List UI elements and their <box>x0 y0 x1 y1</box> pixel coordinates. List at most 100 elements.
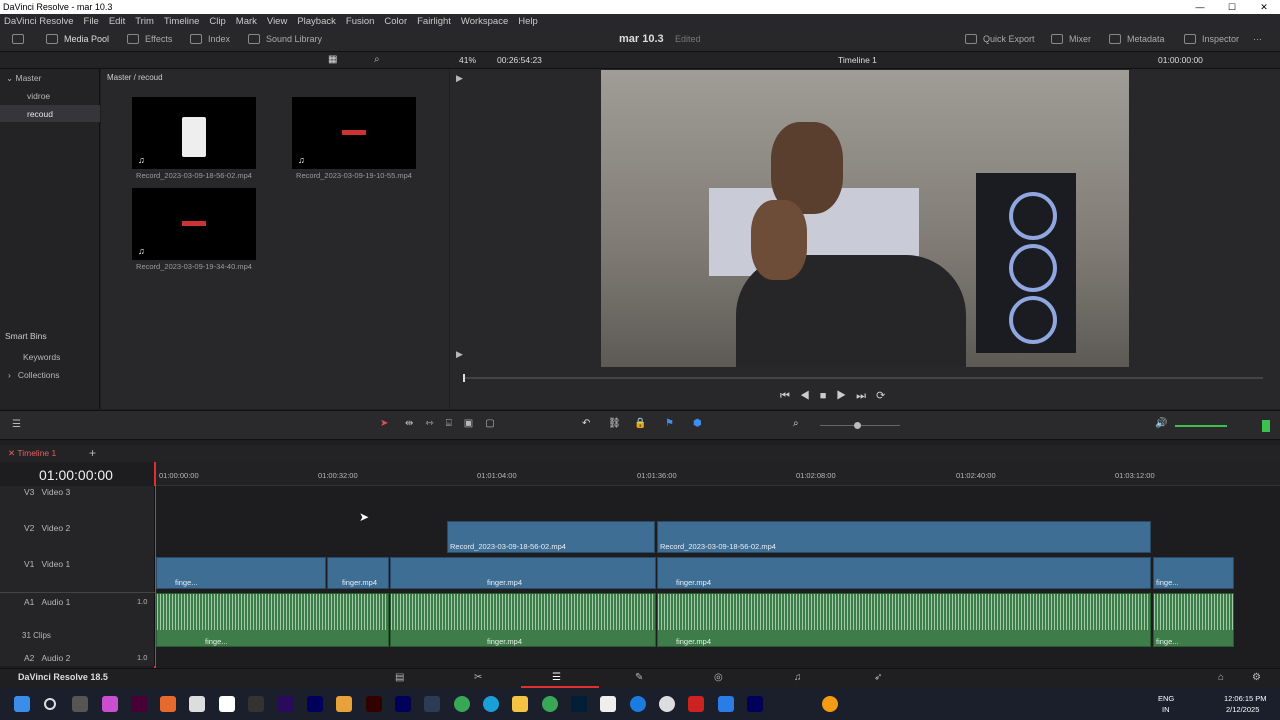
v2-clip[interactable]: Record_2023-03-09-18-56-02.mp4 <box>657 521 1151 553</box>
store-icon[interactable] <box>718 696 734 712</box>
app-icon[interactable] <box>659 696 675 712</box>
app-icon[interactable] <box>336 696 352 712</box>
v1-clip[interactable]: finger.mp4 <box>327 557 389 589</box>
menu-view[interactable]: View <box>267 16 287 27</box>
flag-icon[interactable]: ⚑ <box>665 418 674 429</box>
marker-icon[interactable]: ⬢ <box>693 418 702 429</box>
track-a2[interactable]: A2 Audio 2 <box>24 653 70 663</box>
illustrator-icon[interactable] <box>366 696 382 712</box>
menu-workspace[interactable]: Workspace <box>461 16 508 27</box>
fusion-page-icon[interactable]: ✎ <box>635 672 643 683</box>
volume-icon[interactable]: 🔊 <box>1155 418 1167 429</box>
master-bin[interactable]: ⌄ Master <box>6 73 41 84</box>
timeline-ruler[interactable]: 01:00:00:00 01:00:32:00 01:01:04:00 01:0… <box>155 462 1280 486</box>
edit-page-icon[interactable]: ☰ <box>552 672 561 683</box>
v2-clip[interactable]: Record_2023-03-09-18-56-02.mp4 <box>447 521 655 553</box>
media-encoder-icon[interactable] <box>747 696 763 712</box>
snap-icon[interactable]: ↶ <box>582 418 590 429</box>
app-icon[interactable] <box>600 696 616 712</box>
viewer-zoom[interactable]: 41% <box>459 55 476 65</box>
lock-icon[interactable]: 🔒 <box>634 418 646 429</box>
app-icon[interactable] <box>248 696 264 712</box>
viewer-timeline-name[interactable]: Timeline 1 <box>838 55 877 65</box>
sound-library-button[interactable]: Sound Library <box>248 34 322 44</box>
after-effects-icon[interactable] <box>395 696 411 712</box>
menu-davinci[interactable]: DaVinci Resolve <box>4 16 74 27</box>
track-a1[interactable]: A1 Audio 1 <box>24 597 70 607</box>
selection-tool-icon[interactable]: ➤ <box>380 418 388 429</box>
menu-clip[interactable]: Clip <box>209 16 225 27</box>
chrome-icon[interactable] <box>454 696 470 712</box>
v1-clip[interactable]: finge... <box>1153 557 1234 589</box>
file-explorer-icon[interactable] <box>512 696 528 712</box>
a1-clip[interactable]: finge... <box>156 593 389 647</box>
menu-mark[interactable]: Mark <box>236 16 257 27</box>
transport-controls[interactable]: ⏮◀■▶⏭⟳ <box>780 389 895 403</box>
menu-color[interactable]: Color <box>384 16 407 27</box>
clock-date[interactable]: 2/12/2025 <box>1226 705 1259 714</box>
app-icon[interactable] <box>160 696 176 712</box>
menu-edit[interactable]: Edit <box>109 16 125 27</box>
menu-trim[interactable]: Trim <box>135 16 154 27</box>
settings-icon[interactable]: ⚙ <box>1252 672 1261 683</box>
quick-export-button[interactable]: Quick Export <box>965 34 1035 44</box>
smart-bin-collections[interactable]: › Collections <box>8 370 60 380</box>
app-icon[interactable] <box>688 696 704 712</box>
xd-icon[interactable] <box>131 696 147 712</box>
maximize-button[interactable]: ☐ <box>1216 0 1248 14</box>
search-icon[interactable] <box>44 698 56 710</box>
edit-tools-icons[interactable]: ⇹⇿⌸▣▢ <box>405 418 507 429</box>
menu-timeline[interactable]: Timeline <box>164 16 200 27</box>
notification-icon[interactable] <box>822 696 838 712</box>
menu-help[interactable]: Help <box>518 16 538 27</box>
scrubber-track[interactable] <box>463 377 1263 379</box>
index-button[interactable]: Index <box>190 34 230 44</box>
task-view-icon[interactable] <box>72 696 88 712</box>
link-icon[interactable]: ⛓ <box>608 418 621 429</box>
track-v1[interactable]: V1 Video 1 <box>24 559 70 569</box>
v1-clip[interactable]: finger.mp4 <box>390 557 656 589</box>
premiere-icon[interactable] <box>278 696 294 712</box>
close-button[interactable]: ✕ <box>1248 0 1280 14</box>
track-v3[interactable]: V3 Video 3 <box>24 487 70 497</box>
grid-view-icon[interactable]: ▦ <box>328 54 337 65</box>
more-options-icon[interactable]: ⋯ <box>1253 34 1262 45</box>
menu-file[interactable]: File <box>84 16 99 27</box>
clip-thumbnail[interactable]: ♫ <box>292 97 416 169</box>
menu-playback[interactable]: Playback <box>297 16 336 27</box>
a1-clip[interactable]: finge... <box>1153 593 1234 647</box>
photoshop-icon[interactable] <box>571 696 587 712</box>
mixer-button[interactable]: Mixer <box>1051 34 1091 44</box>
home-icon[interactable]: ⌂ <box>1218 672 1224 683</box>
deliver-page-icon[interactable]: ➶ <box>874 672 882 683</box>
cut-page-icon[interactable]: ✂ <box>474 672 482 683</box>
audition-icon[interactable] <box>307 696 323 712</box>
bin-item-vidroe[interactable]: vidroe <box>27 91 50 101</box>
region-indicator[interactable]: IN <box>1162 705 1170 714</box>
clip-thumbnail[interactable]: ♫ <box>132 188 256 260</box>
v1-clip[interactable]: finge... <box>156 557 326 589</box>
minimize-button[interactable]: — <box>1184 0 1216 14</box>
close-icon[interactable]: ✕ <box>8 448 17 458</box>
a1-clip[interactable]: finger.mp4 <box>657 593 1151 647</box>
chrome-icon[interactable] <box>542 696 558 712</box>
media-page-icon[interactable]: ▤ <box>395 672 404 683</box>
add-timeline-icon[interactable]: + <box>89 446 96 460</box>
metadata-button[interactable]: Metadata <box>1109 34 1165 44</box>
media-pool-button[interactable]: Media Pool <box>46 34 109 44</box>
app-icon[interactable] <box>630 696 646 712</box>
search-icon[interactable]: ⌕ <box>374 54 380 65</box>
scrubber-handle[interactable] <box>463 374 465 382</box>
volume-slider[interactable] <box>1175 425 1227 427</box>
layout-icon[interactable]: ☰ <box>12 419 21 430</box>
menu-fairlight[interactable]: Fairlight <box>417 16 451 27</box>
language-indicator[interactable]: ENG <box>1158 694 1174 703</box>
clock-time[interactable]: 12:06:15 PM <box>1224 694 1267 703</box>
edge-icon[interactable] <box>483 696 499 712</box>
copilot-icon[interactable] <box>102 696 118 712</box>
v1-clip[interactable]: finger.mp4 <box>657 557 1151 589</box>
menu-fusion[interactable]: Fusion <box>346 16 375 27</box>
play-head-icon[interactable]: ▶ <box>456 73 463 84</box>
a1-clip[interactable]: finger.mp4 <box>390 593 656 647</box>
track-v2[interactable]: V2 Video 2 <box>24 523 70 533</box>
